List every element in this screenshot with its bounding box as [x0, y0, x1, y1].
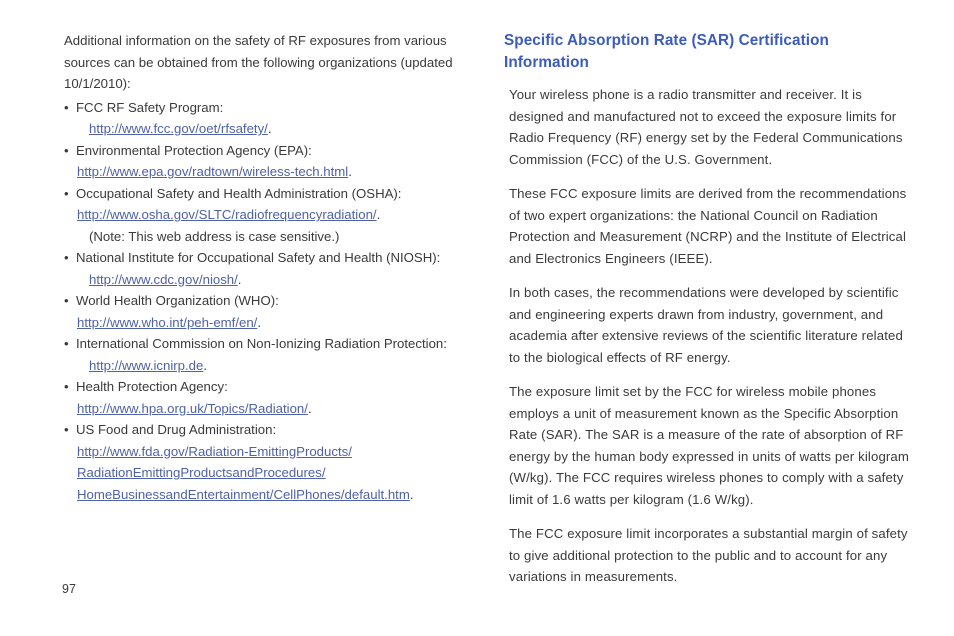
- page-number: 97: [62, 582, 76, 596]
- organization-name: FCC RF Safety Program:: [76, 99, 224, 115]
- left-column: Additional information on the safety of …: [64, 30, 464, 505]
- list-item: US Food and Drug Administration: http://w…: [64, 419, 464, 505]
- right-column: Specific Absorption Rate (SAR) Certifica…: [504, 30, 912, 601]
- organization-name: International Commission on Non-Ionizing…: [76, 336, 447, 351]
- link-line: HomeBusinessandEntertainment/CellPhones/…: [76, 484, 464, 506]
- organization-link-list: FCC RF Safety Program: http://www.fcc.gov…: [64, 97, 464, 506]
- organization-name: Health Protection Agency:: [76, 379, 228, 394]
- organization-url-link[interactable]: http://www.who.int/peh-emf/en/: [77, 315, 257, 330]
- organization-url-link[interactable]: http://www.osha.gov/SLTC/radiofrequencyr…: [77, 207, 377, 222]
- link-line: http://www.icnirp.de.: [76, 355, 464, 377]
- list-item: FCC RF Safety Program: http://www.fcc.gov…: [64, 97, 464, 140]
- list-item: Environmental Protection Agency (EPA): ht…: [64, 140, 464, 183]
- link-line: RadiationEmittingProductsandProcedures/: [76, 462, 464, 484]
- link-line: http://www.cdc.gov/niosh/.: [76, 269, 464, 291]
- organization-url-link[interactable]: http://www.fcc.gov/oet/rfsafety/: [89, 121, 268, 136]
- link-line: http://www.epa.gov/radtown/wireless-tech…: [76, 161, 464, 183]
- organization-name: World Health Organization (WHO):: [76, 293, 279, 308]
- intro-paragraph: Additional information on the safety of …: [64, 33, 453, 91]
- sentence-period: .: [237, 271, 242, 287]
- body-paragraph: The FCC exposure limit incorporates a su…: [509, 526, 908, 584]
- organization-url-link[interactable]: RadiationEmittingProductsandProcedures/: [77, 465, 326, 480]
- organization-url-link[interactable]: http://www.epa.gov/radtown/wireless-tech…: [77, 164, 348, 179]
- section-heading-sar-certification: Specific Absorption Rate (SAR) Certifica…: [504, 32, 829, 71]
- link-line: http://www.osha.gov/SLTC/radiofrequencyr…: [76, 204, 464, 226]
- body-paragraph: In both cases, the recommendations were …: [509, 285, 903, 365]
- list-item: International Commission on Non-Ionizing…: [64, 333, 464, 376]
- document-page: Additional information on the safety of …: [0, 0, 954, 636]
- list-item: Health Protection Agency: http://www.hpa.…: [64, 376, 464, 419]
- organization-name: US Food and Drug Administration:: [76, 422, 277, 437]
- sentence-period: .: [409, 486, 414, 502]
- organization-url-link[interactable]: http://www.cdc.gov/niosh/: [89, 272, 238, 287]
- organization-url-link[interactable]: http://www.fda.gov/Radiation-EmittingPro…: [77, 444, 352, 459]
- list-item: National Institute for Occupational Safe…: [64, 247, 464, 290]
- sentence-period: .: [257, 314, 261, 330]
- link-line: http://www.fcc.gov/oet/rfsafety/.: [76, 118, 464, 140]
- link-line: http://www.who.int/peh-emf/en/.: [76, 312, 464, 334]
- organization-url-link[interactable]: http://www.icnirp.de: [89, 358, 203, 373]
- organization-url-link[interactable]: HomeBusinessandEntertainment/CellPhones/…: [77, 487, 410, 502]
- url-case-sensitive-note: (Note: This web address is case sensitiv…: [89, 228, 340, 244]
- link-line: http://www.hpa.org.uk/Topics/Radiation/.: [76, 398, 464, 420]
- link-line: http://www.fda.gov/Radiation-EmittingPro…: [76, 441, 464, 463]
- list-item: World Health Organization (WHO): http://w…: [64, 290, 464, 333]
- body-paragraph: Your wireless phone is a radio transmitt…: [509, 87, 903, 167]
- organization-name: Environmental Protection Agency (EPA):: [76, 142, 312, 158]
- sentence-period: .: [203, 357, 208, 373]
- sentence-period: .: [348, 164, 352, 179]
- body-paragraph: These FCC exposure limits are derived fr…: [509, 186, 907, 266]
- organization-url-link[interactable]: http://www.hpa.org.uk/Topics/Radiation/: [77, 401, 308, 416]
- sar-body-text: Your wireless phone is a radio transmitt…: [504, 84, 912, 588]
- sentence-period: .: [307, 400, 312, 416]
- sentence-period: .: [267, 121, 272, 136]
- body-paragraph: The exposure limit set by the FCC for wi…: [509, 384, 910, 507]
- organization-name: National Institute for Occupational Safe…: [76, 250, 441, 265]
- list-item: Occupational Safety and Health Administr…: [64, 183, 464, 248]
- sentence-period: .: [376, 207, 381, 222]
- organization-name: Occupational Safety and Health Administr…: [76, 185, 402, 201]
